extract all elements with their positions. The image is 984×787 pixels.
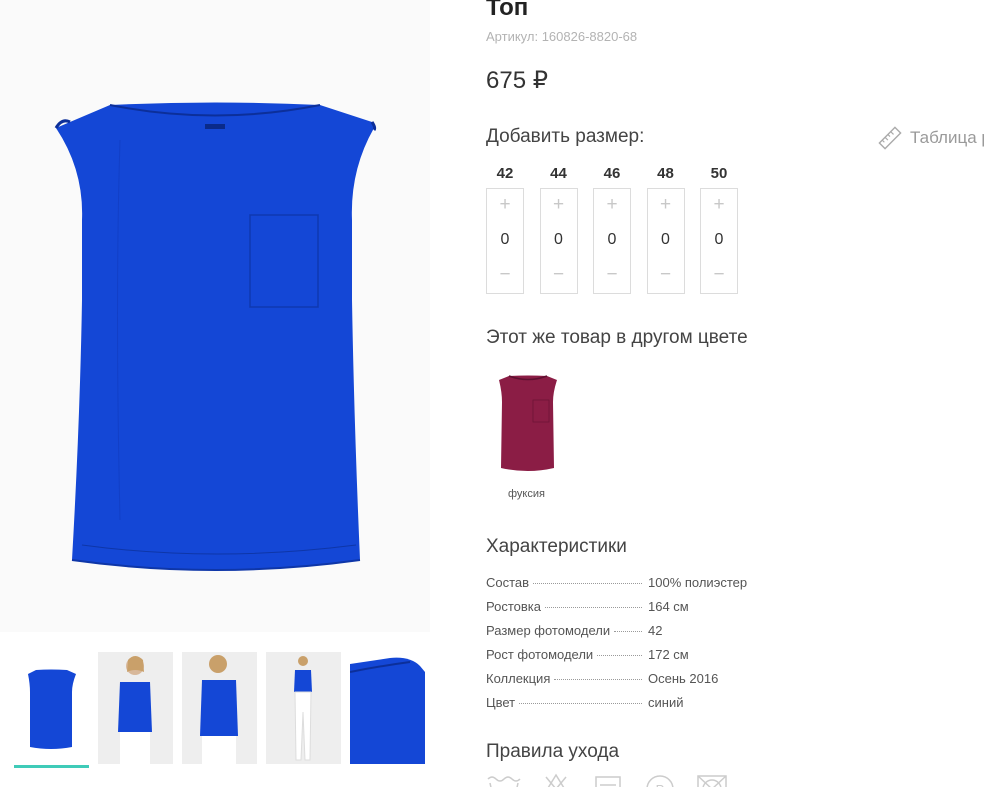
washing-icon [487,776,521,787]
size-option-50: 50 + 0 − [700,163,738,294]
quantity-value[interactable]: 0 [554,231,563,249]
characteristic-value: 164 см [648,598,689,614]
color-option-fuchsia[interactable] [489,370,567,480]
no-bleach-icon [545,773,567,787]
quantity-stepper: + 0 − [593,188,631,294]
decrement-button[interactable]: − [660,265,671,285]
characteristic-row: Ростовка 164 см [486,594,786,618]
size-option-46: 46 + 0 − [593,163,631,294]
increment-button[interactable]: + [499,195,510,215]
characteristics-heading: Характеристики [486,536,627,557]
size-table-link[interactable]: Таблица р [878,126,984,150]
size-number: 46 [603,165,621,182]
characteristic-key: Коллекция [486,670,551,686]
thumbnail-front[interactable] [14,652,89,764]
characteristic-value: Осень 2016 [648,670,719,686]
ironing-icon: P [646,775,674,787]
quantity-value[interactable]: 0 [501,231,510,249]
no-tumble-dry-icon [697,775,727,787]
fuchsia-top-icon [499,375,557,471]
characteristics-table: Состав 100% полиэстер Ростовка 164 см Ра… [486,570,786,714]
quantity-stepper: + 0 − [700,188,738,294]
size-number: 50 [710,165,728,182]
size-number: 42 [496,165,514,182]
color-option-label: фуксия [508,488,545,500]
characteristic-row: Состав 100% полиэстер [486,570,786,594]
product-sku: Артикул: 160826-8820-68 [486,29,638,44]
decrement-button[interactable]: − [553,265,564,285]
size-selector: 42 + 0 − 44 + 0 − 46 + 0 − 48 + 0 − 50 +… [486,163,754,294]
characteristic-key: Состав [486,574,530,590]
thumb-blue-top-icon [28,669,76,749]
thumb-model-full-icon [266,652,341,764]
thumb-detail-icon [350,652,425,764]
quantity-value[interactable]: 0 [608,231,617,249]
active-thumbnail-indicator [14,765,89,768]
thumb-model-back-icon [182,652,257,764]
add-size-label: Добавить размер: [486,126,645,147]
decrement-button[interactable]: − [713,265,724,285]
increment-button[interactable]: + [660,195,671,215]
drying-icon [595,776,621,787]
quantity-stepper: + 0 − [539,188,578,294]
characteristic-row: Размер фотомодели 42 [486,618,786,642]
characteristic-value: 100% полиэстер [648,574,748,590]
size-number: 48 [657,165,674,182]
characteristic-key: Ростовка [486,598,541,614]
size-option-42: 42 + 0 − [486,163,524,294]
main-product-photo[interactable] [0,0,430,632]
size-option-48: 48 + 0 − [646,163,685,294]
size-number: 44 [550,165,567,182]
quantity-value[interactable]: 0 [661,231,670,249]
characteristic-row: Рост фотомодели 172 см [486,642,786,666]
quantity-stepper: + 0 − [646,188,685,294]
characteristic-value: 42 [648,622,663,638]
thumbnail-strip [14,652,444,787]
decrement-button[interactable]: − [499,265,510,285]
other-colors-heading: Этот же товар в другом цвете [486,327,748,348]
quantity-stepper: + 0 − [486,188,524,294]
characteristic-key: Размер фотомодели [486,622,611,638]
thumbnail-model-back[interactable] [182,652,257,764]
increment-button[interactable]: + [553,195,564,215]
increment-button[interactable]: + [713,195,724,215]
thumbnail-model-front[interactable] [98,652,173,764]
thumbnail-detail[interactable] [350,652,425,764]
characteristic-key: Рост фотомодели [486,646,594,662]
blue-top-image [54,102,377,571]
care-heading: Правила ухода [486,741,620,762]
thumb-model-front-icon [98,652,173,764]
thumbnail-model-full[interactable] [266,652,341,764]
product-price: 675 ₽ [486,67,548,94]
svg-text:P: P [656,782,665,787]
characteristic-value: синий [648,694,684,710]
care-icons: P [486,773,730,787]
increment-button[interactable]: + [606,195,617,215]
characteristic-row: Коллекция Осень 2016 [486,666,786,690]
characteristic-value: 172 см [648,646,689,662]
characteristic-row: Цвет синий [486,690,786,714]
size-table-link-label: Таблица р [910,128,984,147]
product-title: Топ [486,0,529,21]
decrement-button[interactable]: − [606,265,617,285]
ruler-icon [878,126,902,150]
characteristic-key: Цвет [486,694,516,710]
size-option-44: 44 + 0 − [539,163,578,294]
quantity-value[interactable]: 0 [715,231,724,249]
